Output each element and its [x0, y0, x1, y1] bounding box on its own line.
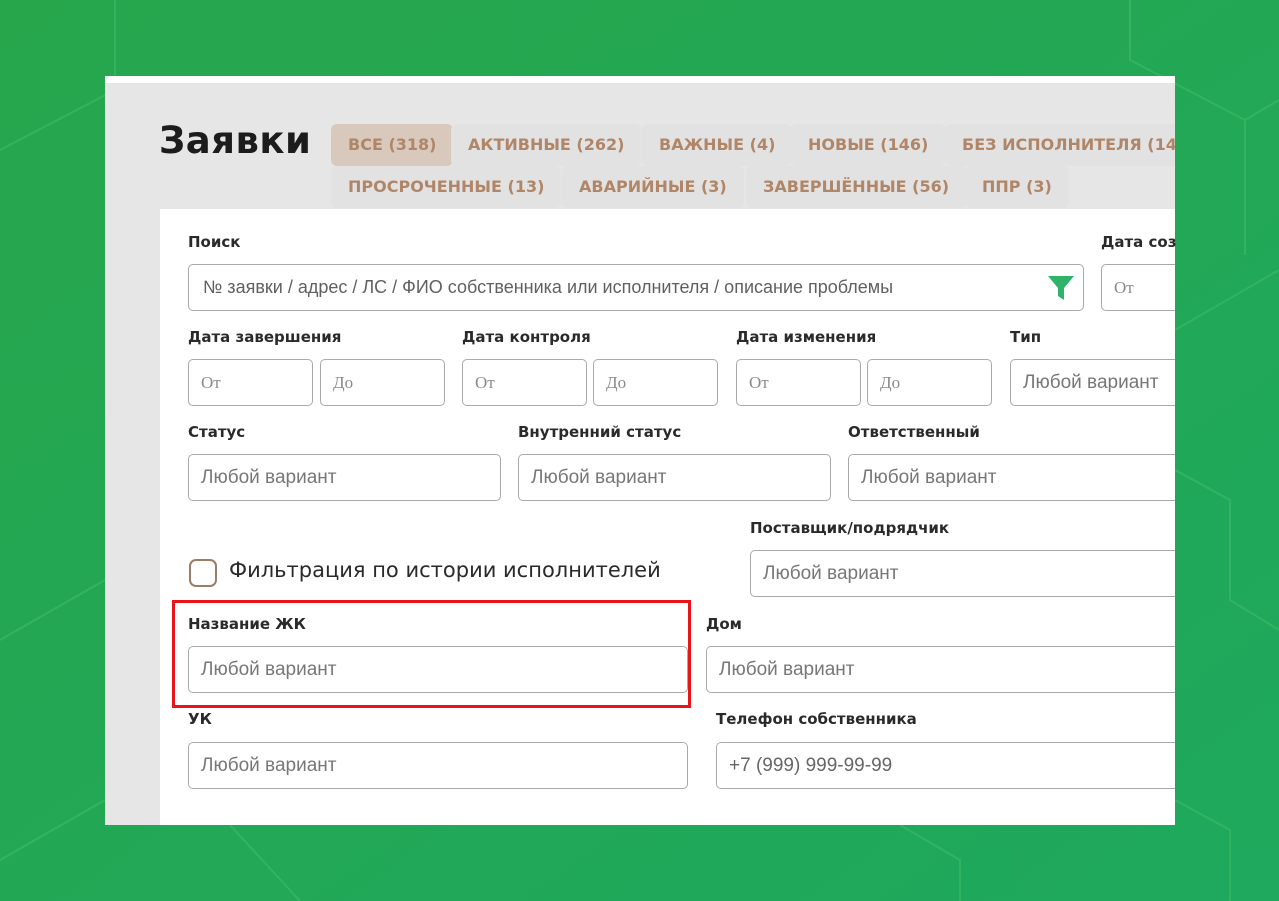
type-select[interactable]: Любой вариант	[1010, 359, 1175, 406]
completion-date-to[interactable]: До	[320, 359, 445, 406]
tab-active[interactable]: АКТИВНЫЕ (262)	[451, 124, 642, 166]
tab-ppr[interactable]: ППР (3)	[965, 166, 1069, 208]
tab-completed[interactable]: ЗАВЕРШЁННЫЕ (56)	[746, 166, 967, 208]
owner-phone-label: Телефон собственника	[716, 710, 917, 728]
management-company-label: УК	[188, 710, 212, 728]
complex-name-select[interactable]: Любой вариант	[188, 646, 688, 693]
app-window: Заявки ВСЕ (318) АКТИВНЫЕ (262) ВАЖНЫЕ (…	[105, 76, 1175, 825]
responsible-label: Ответственный	[848, 423, 980, 441]
control-date-label: Дата контроля	[462, 328, 591, 346]
supplier-select[interactable]: Любой вариант	[750, 550, 1175, 597]
type-label: Тип	[1010, 328, 1042, 346]
responsible-select[interactable]: Любой вариант	[848, 454, 1175, 501]
search-label: Поиск	[188, 233, 241, 251]
change-date-label: Дата изменения	[736, 328, 877, 346]
internal-status-select[interactable]: Любой вариант	[518, 454, 831, 501]
status-select[interactable]: Любой вариант	[188, 454, 501, 501]
owner-phone-input[interactable]: +7 (999) 999-99-99	[716, 742, 1175, 789]
house-select[interactable]: Любой вариант	[706, 646, 1175, 693]
management-company-select[interactable]: Любой вариант	[188, 742, 688, 789]
filter-icon[interactable]	[1047, 274, 1075, 302]
tab-new[interactable]: НОВЫЕ (146)	[791, 124, 946, 166]
search-input[interactable]: № заявки / адрес / ЛС / ФИО собственника…	[188, 264, 1084, 311]
completion-date-from[interactable]: От	[188, 359, 313, 406]
internal-status-label: Внутренний статус	[518, 423, 682, 441]
status-label: Статус	[188, 423, 246, 441]
tab-overdue[interactable]: ПРОСРОЧЕННЫЕ (13)	[331, 166, 562, 208]
created-date-from[interactable]: От	[1101, 264, 1175, 311]
change-date-from[interactable]: От	[736, 359, 861, 406]
executor-history-label: Фильтрация по истории исполнителей	[229, 558, 661, 582]
house-label: Дом	[706, 615, 742, 633]
tab-no-executor[interactable]: БЕЗ ИСПОЛНИТЕЛЯ (14	[945, 124, 1175, 166]
tab-emergency[interactable]: АВАРИЙНЫЕ (3)	[562, 166, 744, 208]
executor-history-checkbox[interactable]	[189, 559, 217, 587]
completion-date-label: Дата завершения	[188, 328, 342, 346]
complex-name-label: Название ЖК	[188, 615, 306, 633]
supplier-label: Поставщик/подрядчик	[750, 519, 950, 537]
control-date-from[interactable]: От	[462, 359, 587, 406]
page-title: Заявки	[159, 119, 312, 162]
tab-all[interactable]: ВСЕ (318)	[331, 124, 454, 166]
change-date-to[interactable]: До	[867, 359, 992, 406]
control-date-to[interactable]: До	[593, 359, 718, 406]
tab-important[interactable]: ВАЖНЫЕ (4)	[642, 124, 793, 166]
created-date-label: Дата соз	[1101, 233, 1177, 251]
